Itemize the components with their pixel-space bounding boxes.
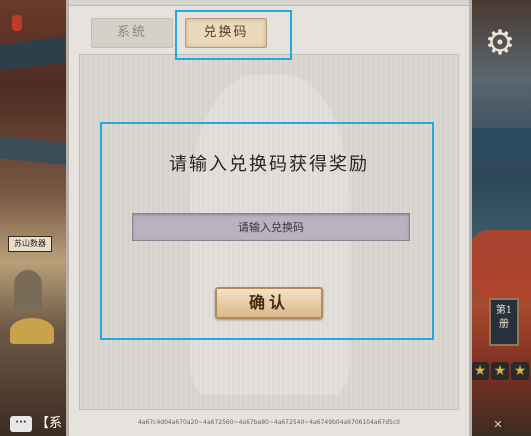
shop-sign: 苏山数器 — [8, 236, 52, 252]
game-scene-left: 苏山数器 — [0, 0, 72, 436]
panel-top-strip — [69, 0, 469, 6]
star-rating: ★ ★ ★ — [471, 362, 529, 380]
star-icon: ★ — [491, 362, 509, 380]
gear-icon[interactable]: ⚙ — [483, 26, 517, 60]
star-icon: ★ — [471, 362, 489, 380]
umbrella — [10, 318, 54, 344]
roof — [0, 136, 72, 166]
tab-system[interactable]: 系统 — [91, 18, 173, 48]
chat-icon[interactable]: ··· — [10, 416, 32, 432]
chapter-book[interactable]: 第1册 — [489, 298, 519, 346]
chat-preview[interactable]: 【系 — [36, 415, 70, 433]
lantern — [12, 15, 22, 31]
close-icon[interactable]: ✕ — [491, 418, 505, 432]
roof — [0, 34, 72, 72]
character-figure — [14, 270, 42, 310]
roof — [469, 128, 531, 162]
device-id: 4a67c4d04a670a20~4a672560~4a67ba80~4a672… — [138, 419, 400, 426]
maple-leaves — [469, 230, 531, 300]
content-highlight-box — [100, 122, 434, 340]
tab-highlight-box — [175, 10, 292, 60]
star-icon: ★ — [511, 362, 529, 380]
